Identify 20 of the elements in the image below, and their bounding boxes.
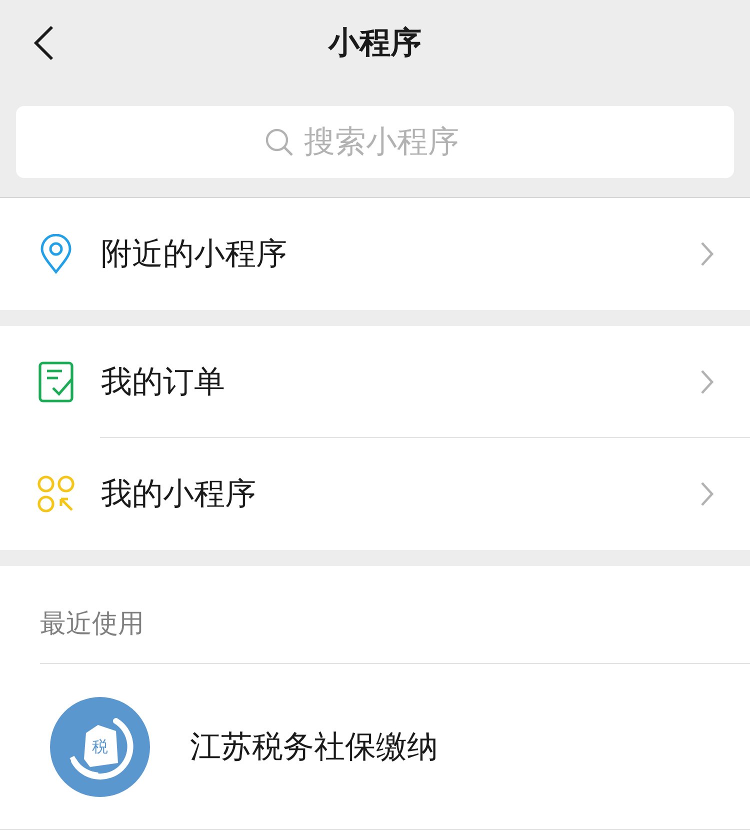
- app-name: 江苏税务社保缴纳: [190, 728, 438, 766]
- page-title: 小程序: [328, 24, 422, 63]
- menu-item[interactable]: 我的订单: [0, 326, 750, 438]
- menu-label: 我的小程序: [101, 475, 257, 514]
- back-icon[interactable]: [33, 25, 55, 61]
- circles-grid-icon: [37, 475, 75, 513]
- chevron-right-icon: [700, 369, 714, 395]
- recent-app-item[interactable]: 税 江苏税务社保缴纳: [0, 664, 750, 830]
- chevron-right-icon: [700, 481, 714, 507]
- chevron-right-icon: [700, 241, 714, 267]
- search-field[interactable]: 搜索小程序: [302, 123, 486, 161]
- menu-item[interactable]: 附近的小程序: [0, 198, 750, 310]
- menu-label: 附近的小程序: [101, 235, 288, 274]
- section-heading: 最近使用: [40, 566, 750, 664]
- search-icon: [264, 127, 294, 157]
- app-logo: 税: [50, 696, 150, 796]
- checklist-icon: [38, 361, 74, 403]
- menu-label: 我的订单: [101, 363, 226, 402]
- menu-item[interactable]: 我的小程序: [0, 438, 750, 550]
- location-pin-icon: [40, 234, 72, 274]
